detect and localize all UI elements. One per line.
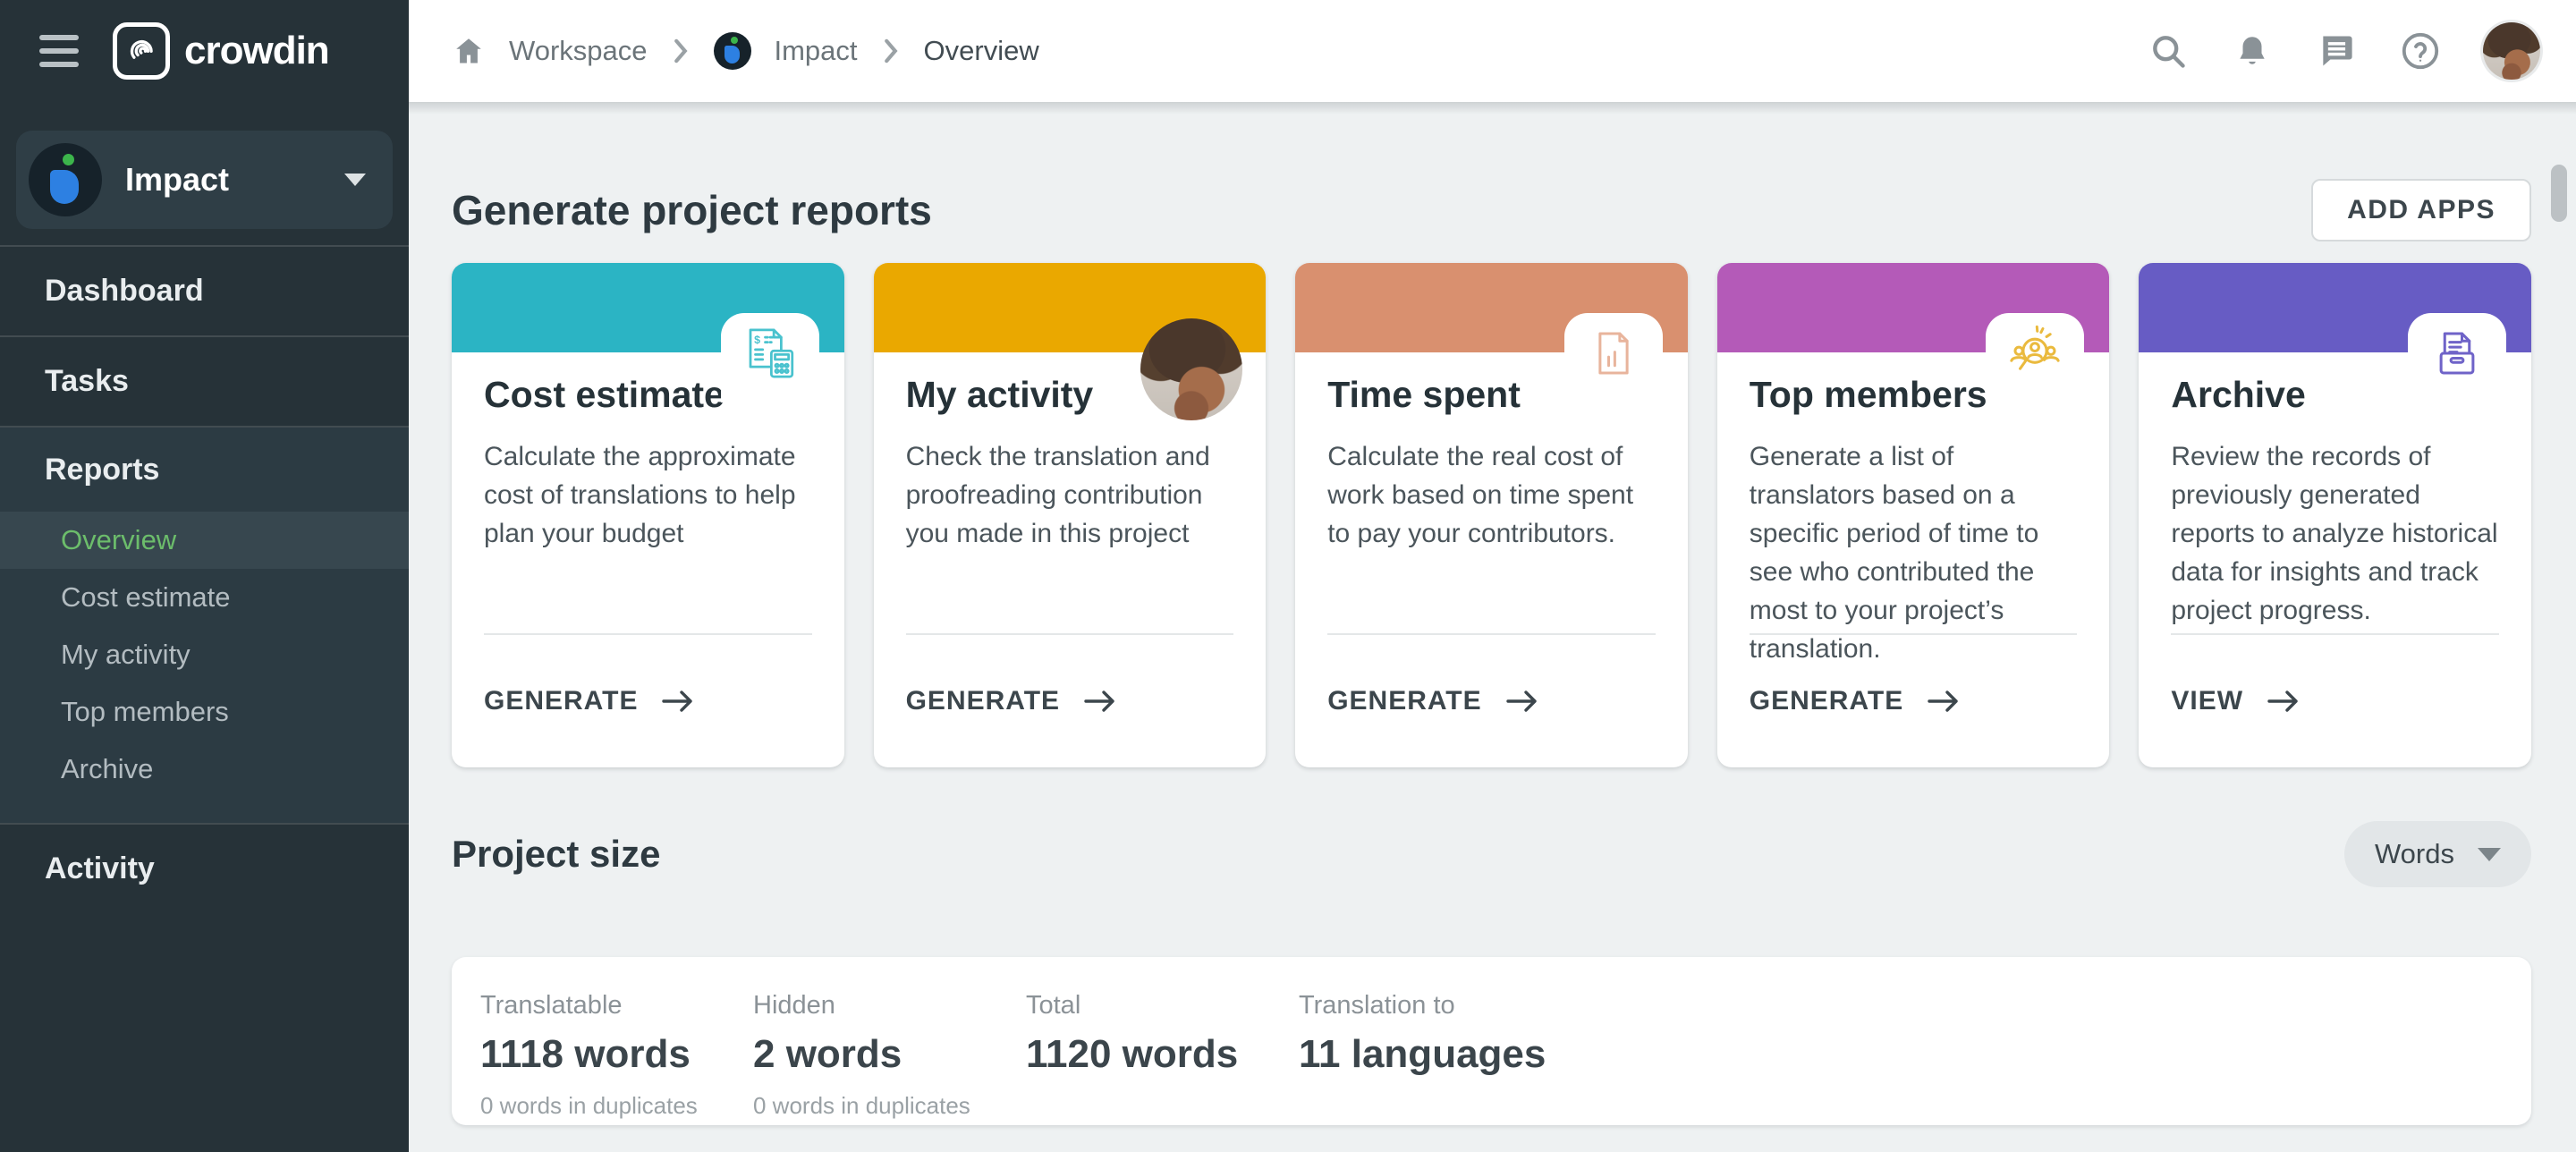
sidebar-item-activity[interactable]: Activity (0, 825, 409, 913)
crowdin-logo-icon (113, 22, 170, 80)
report-cards: $ Cost estimate Calculate the approximat… (452, 263, 2531, 767)
crowdin-logo-text: crowdin (184, 29, 329, 73)
main-content: Generate project reports ADD APPS $ (409, 102, 2576, 1152)
stat-hidden: Hidden 2 words 0 words in duplicates (753, 991, 1026, 1125)
generate-button[interactable]: GENERATE (1750, 686, 1961, 716)
topbar-shadow (409, 102, 2576, 114)
home-icon[interactable] (452, 35, 486, 67)
sidebar-item-tasks[interactable]: Tasks (0, 337, 409, 426)
chevron-down-icon (344, 174, 366, 186)
svg-text:$: $ (754, 334, 760, 346)
sidebar-header: crowdin (0, 0, 409, 102)
arrow-right-icon (2267, 689, 2301, 714)
topbar-actions (2147, 22, 2540, 80)
card-description: Review the records of previously generat… (2171, 437, 2499, 630)
card-time-spent[interactable]: Time spent Calculate the real cost of wo… (1295, 263, 1688, 767)
user-avatar (1140, 318, 1242, 420)
sidebar-item-reports[interactable]: Reports (0, 428, 409, 512)
chevron-right-icon (881, 37, 901, 65)
breadcrumb-project[interactable]: Impact (775, 35, 858, 67)
invoice-calculator-icon: $ (741, 324, 800, 383)
card-my-activity[interactable]: My activity Check the translation and pr… (874, 263, 1267, 767)
arrow-right-icon (1083, 689, 1117, 714)
project-logo-icon (29, 143, 102, 216)
search-icon[interactable] (2147, 30, 2190, 72)
sidebar-reports-section: Reports Overview Cost estimate My activi… (0, 428, 409, 823)
notifications-bell-icon[interactable] (2231, 30, 2274, 72)
help-icon[interactable] (2399, 30, 2442, 72)
card-description: Calculate the approximate cost of transl… (484, 437, 812, 553)
sidebar-item-dashboard[interactable]: Dashboard (0, 247, 409, 335)
card-description: Check the translation and proofreading c… (906, 437, 1234, 553)
sidebar-item-reports-my-activity[interactable]: My activity (0, 626, 409, 683)
stat-translation-to: Translation to 11 languages (1299, 991, 1546, 1125)
project-size-stats: Translatable 1118 words 0 words in dupli… (452, 957, 2531, 1125)
project-name: Impact (125, 161, 321, 199)
scrollbar-thumb[interactable] (2551, 165, 2567, 222)
card-cost-estimate[interactable]: $ Cost estimate Calculate the approximat… (452, 263, 844, 767)
chevron-down-icon (2478, 848, 2501, 861)
breadcrumb: Workspace Impact Overview (452, 32, 1039, 70)
project-switcher[interactable]: Impact (16, 131, 393, 229)
people-search-icon (2005, 324, 2064, 383)
project-size-title: Project size (452, 833, 660, 876)
breadcrumb-workspace[interactable]: Workspace (509, 35, 648, 67)
sidebar-item-reports-archive[interactable]: Archive (0, 741, 409, 798)
card-description: Calculate the real cost of work based on… (1327, 437, 1656, 553)
messages-chat-icon[interactable] (2315, 30, 2358, 72)
crowdin-logo[interactable]: crowdin (113, 22, 329, 80)
stat-total: Total 1120 words (1026, 991, 1299, 1125)
sidebar-item-reports-cost-estimate[interactable]: Cost estimate (0, 569, 409, 626)
user-avatar[interactable] (2483, 22, 2540, 80)
generate-button[interactable]: GENERATE (1327, 686, 1538, 716)
generate-button[interactable]: GENERATE (906, 686, 1117, 716)
card-archive[interactable]: Archive Review the records of previously… (2139, 263, 2531, 767)
stat-translatable: Translatable 1118 words 0 words in dupli… (480, 991, 753, 1125)
page-title: Generate project reports (452, 186, 932, 234)
sidebar-item-reports-top-members[interactable]: Top members (0, 683, 409, 741)
arrow-right-icon (1927, 689, 1961, 714)
archive-box-icon (2428, 324, 2487, 383)
arrow-right-icon (661, 689, 695, 714)
view-button[interactable]: VIEW (2171, 686, 2301, 716)
generate-button[interactable]: GENERATE (484, 686, 695, 716)
breadcrumb-current-page: Overview (924, 35, 1039, 67)
chevron-right-icon (671, 37, 691, 65)
unit-selector-dropdown[interactable]: Words (2344, 821, 2531, 887)
sidebar: crowdin Impact Dashboard Tasks Reports O… (0, 0, 409, 1152)
topbar: Workspace Impact Overview (409, 0, 2576, 102)
card-top-members[interactable]: Top members Generate a list of translato… (1717, 263, 2110, 767)
hamburger-menu-icon[interactable] (39, 35, 79, 67)
add-apps-button[interactable]: ADD APPS (2311, 179, 2531, 241)
project-logo-icon (714, 32, 751, 70)
document-chart-icon (1584, 324, 1643, 383)
sidebar-item-reports-overview[interactable]: Overview (0, 512, 409, 569)
arrow-right-icon (1505, 689, 1539, 714)
